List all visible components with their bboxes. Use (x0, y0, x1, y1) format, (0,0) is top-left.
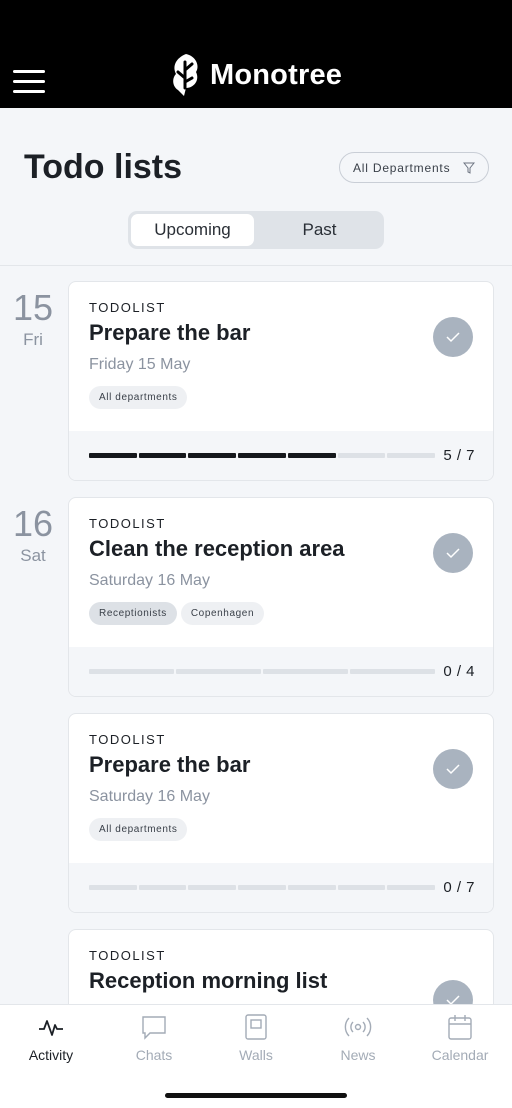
calendar-icon (448, 1015, 472, 1040)
complete-check-button[interactable] (433, 317, 473, 357)
wall-board-icon (245, 1014, 267, 1040)
card-tags: All departments (89, 818, 188, 841)
progress-segment-pending (350, 669, 435, 674)
card-date: Saturday 16 May (89, 788, 210, 805)
date-weekday: Fri (23, 330, 43, 349)
hamburger-menu-icon[interactable] (13, 70, 45, 94)
progress-segment-pending (337, 453, 386, 458)
progress-segment-done (188, 453, 237, 458)
card-type-label: TODOLIST (89, 300, 166, 315)
date-group-16: 16 Sat (0, 506, 66, 566)
brand-logo: Monotree (168, 52, 342, 98)
progress-segment-pending (138, 885, 187, 890)
progress-segment-pending (263, 669, 348, 674)
date-day-number: 16 (12, 503, 54, 544)
nav-activity[interactable]: Activity (1, 1013, 101, 1063)
nav-news[interactable]: News (308, 1013, 408, 1063)
todolist-card[interactable]: TODOLIST Clean the reception area Saturd… (68, 497, 494, 697)
card-progress-footer: 5 / 7 (69, 431, 493, 480)
card-tags: Receptionists Copenhagen (89, 602, 265, 625)
checkmark-icon (446, 764, 460, 775)
card-type-label: TODOLIST (89, 516, 166, 531)
checkmark-icon (446, 332, 460, 343)
card-type-label: TODOLIST (89, 948, 166, 963)
progress-segment-pending (387, 885, 436, 890)
nav-calendar[interactable]: Calendar (410, 1013, 510, 1063)
nav-label: Walls (239, 1047, 273, 1063)
home-indicator (165, 1093, 347, 1098)
progress-bar (89, 669, 435, 674)
nav-label: News (340, 1047, 376, 1063)
nav-label: Activity (28, 1047, 74, 1063)
card-type-label: TODOLIST (89, 732, 166, 747)
date-day-number: 15 (12, 287, 54, 328)
tab-past[interactable]: Past (258, 214, 381, 246)
nav-walls[interactable]: Walls (206, 1013, 306, 1063)
monotree-leaf-logo (173, 54, 198, 96)
nav-label: Chats (135, 1047, 173, 1063)
complete-check-button[interactable] (433, 533, 473, 573)
card-tags: All departments (89, 386, 188, 409)
card-date: Friday 15 May (89, 356, 191, 373)
progress-segment-pending (89, 885, 137, 890)
progress-count: 0 / 4 (443, 663, 475, 680)
progress-segment-pending (387, 453, 436, 458)
date-weekday: Sat (20, 546, 46, 565)
progress-count: 5 / 7 (443, 447, 475, 464)
checkmark-icon (446, 548, 460, 559)
broadcast-icon (344, 1017, 372, 1037)
card-progress-footer: 0 / 7 (69, 863, 493, 912)
todolist-card[interactable]: TODOLIST Prepare the bar Friday 15 May A… (68, 281, 494, 481)
card-date: Saturday 16 May (89, 572, 210, 589)
card-title: Clean the reception area (89, 536, 345, 561)
progress-segment-done (287, 453, 336, 458)
progress-bar (89, 453, 436, 458)
app-header: Monotree (0, 0, 512, 108)
page-title: Todo lists (24, 148, 183, 186)
progress-segment-done (138, 453, 187, 458)
progress-segment-pending (176, 669, 261, 674)
brand-name: Monotree (210, 58, 343, 91)
complete-check-button[interactable] (433, 749, 473, 789)
tab-upcoming[interactable]: Upcoming (131, 214, 254, 246)
todolist-card[interactable]: TODOLIST Prepare the bar Saturday 16 May… (68, 713, 494, 913)
filter-funnel-icon (463, 162, 475, 174)
progress-segment-done (89, 453, 137, 458)
card-title: Prepare the bar (89, 752, 251, 777)
progress-segment-pending (287, 885, 336, 890)
progress-bar (89, 885, 436, 890)
section-divider (0, 265, 512, 266)
date-group-15: 15 Fri (0, 290, 66, 350)
nav-label: Calendar (431, 1047, 489, 1063)
department-tag: All departments (89, 386, 188, 409)
progress-segment-done (238, 453, 286, 458)
card-title: Reception morning list (89, 968, 328, 993)
progress-count: 0 / 7 (443, 879, 475, 896)
location-tag: Copenhagen (180, 602, 265, 625)
activity-pulse-icon (39, 1020, 63, 1036)
department-filter-button[interactable]: All Departments (339, 152, 489, 183)
card-title: Prepare the bar (89, 320, 251, 345)
nav-chats[interactable]: Chats (104, 1013, 204, 1063)
department-tag: All departments (89, 818, 188, 841)
department-tag: Receptionists (89, 602, 177, 625)
filter-label: All Departments (353, 160, 451, 175)
card-progress-footer: 0 / 4 (69, 647, 493, 696)
progress-segment-pending (337, 885, 386, 890)
progress-segment-pending (188, 885, 237, 890)
upcoming-past-toggle: Upcoming Past (128, 211, 384, 249)
progress-segment-pending (238, 885, 286, 890)
progress-segment-pending (89, 669, 174, 674)
chat-bubble-icon (142, 1016, 166, 1040)
